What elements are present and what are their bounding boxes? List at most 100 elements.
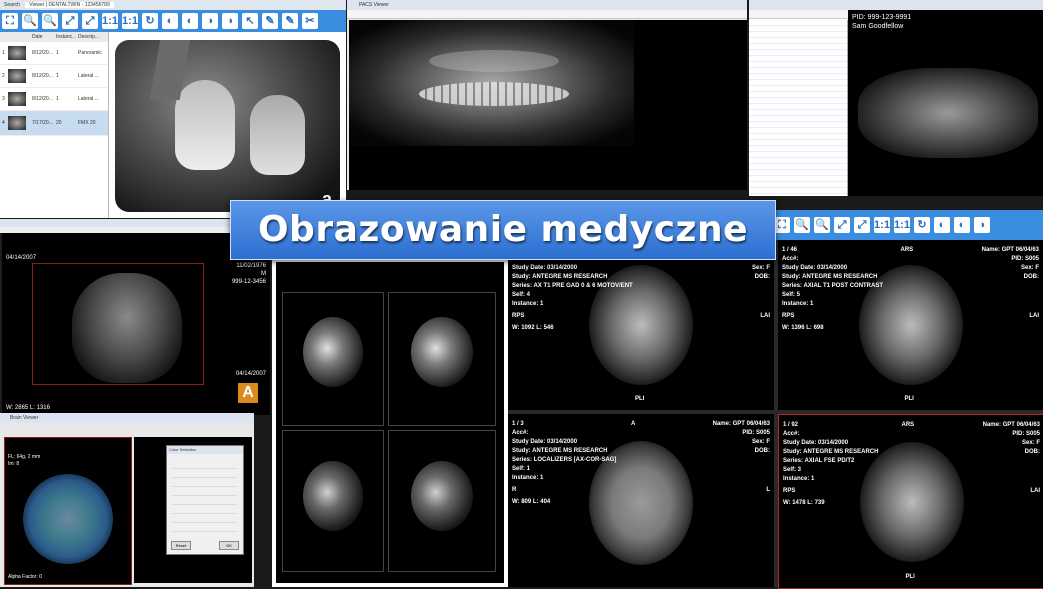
study-row[interactable]: 2 8/12/20... 1 Lateral ... xyxy=(0,65,108,88)
mri-orientation-right: LAI xyxy=(1029,313,1039,319)
toolbar-tool-icon[interactable]: ↻ xyxy=(142,13,158,29)
study-description: Lateral ... xyxy=(78,73,99,79)
tab-search[interactable]: Search xyxy=(0,2,24,8)
study-thumbnail xyxy=(8,69,26,83)
toolbar-tool-icon[interactable]: 1:1 xyxy=(102,13,118,29)
toolbar-tool-icon[interactable]: ◑ xyxy=(202,13,218,29)
toolbar-tool-icon[interactable]: 🔍 xyxy=(814,217,830,233)
toolbar-tool-icon[interactable]: ◐ xyxy=(934,217,950,233)
header-date: Date xyxy=(32,34,43,40)
mri-accession: Acc#: xyxy=(782,256,799,262)
row-number: 2 xyxy=(2,73,5,79)
toolbar-tool-icon[interactable]: 1:1 xyxy=(894,217,910,233)
pano-menubar xyxy=(347,10,747,19)
study-row[interactable]: 4 7/17/20... 20 FMX 20 xyxy=(0,111,108,136)
toolbar-tool-icon[interactable]: 🔍 xyxy=(794,217,810,233)
cardiac-cell-4[interactable] xyxy=(388,430,496,572)
mri-dob: DOB: xyxy=(754,274,770,280)
dialog-ok-button[interactable]: OK xyxy=(219,541,239,550)
mri-viewport[interactable]: 1 / 3 A Name: GPT 06/04/63 Acc#: PID: S005 St… xyxy=(508,414,774,587)
mri-series: Series: AXIAL T1 POST CONTRAST xyxy=(782,283,884,289)
toolbar-tool-icon[interactable]: ⤢ xyxy=(854,217,870,233)
brain-titlebar: Brain Viewer xyxy=(0,413,254,423)
toolbar-tool-icon[interactable]: ◐ xyxy=(954,217,970,233)
toolbar-tool-icon[interactable]: ⤢ xyxy=(62,13,78,29)
ct-window-level: W: 2865 L: 1316 xyxy=(6,405,50,411)
mri-pid: PID: S005 xyxy=(1012,431,1040,437)
mri-study-date: Study Date: 03/14/2000 xyxy=(512,265,578,271)
mri-accession: Acc#: xyxy=(512,430,529,436)
color-selection-dialog: Color Selection Reset OK xyxy=(166,445,244,555)
brain-alpha-factor: Alpha Factor: 0 xyxy=(8,574,42,580)
mri-pid: PID: S005 xyxy=(742,430,770,436)
study-thumbnail xyxy=(8,92,26,106)
cardiac-cell-3[interactable] xyxy=(282,430,384,572)
toolbar-tool-icon[interactable]: 1:1 xyxy=(874,217,890,233)
toolbar-tool-icon[interactable]: ◐ xyxy=(182,13,198,29)
toolbar-tool-icon[interactable]: ↻ xyxy=(914,217,930,233)
mri-study-date: Study Date: 03/14/2000 xyxy=(783,440,849,446)
mri-study: Study: ANTEGRE MS RESEARCH xyxy=(782,274,878,280)
toolbar-tool-icon[interactable]: ◐ xyxy=(162,13,178,29)
study-date: 8/12/20... xyxy=(32,73,53,79)
toolbar-tool-icon[interactable]: ⛶ xyxy=(774,217,790,233)
mri-counter: 1 / 3 xyxy=(512,421,524,427)
cardiac-cell-2[interactable] xyxy=(388,292,496,426)
mri-counter: 1 / 92 xyxy=(783,422,799,428)
row-number: 1 xyxy=(2,50,5,56)
toolbar-tool-icon[interactable]: ⛶ xyxy=(2,13,18,29)
mri-dob: DOB: xyxy=(1023,274,1039,280)
mri-window-level: W: 1092 L: 546 xyxy=(512,325,554,331)
toolbar-tool-icon[interactable]: ✎ xyxy=(262,13,278,29)
brain-view: FL: 64g, 2 mm Im: 8 Alpha Factor: 0 xyxy=(4,437,132,585)
toolbar-tool-icon[interactable]: 🔍 xyxy=(22,13,38,29)
patient-name: Sam Goodfellow xyxy=(852,23,904,30)
study-description: Lateral ... xyxy=(78,96,99,102)
brain-fl-label: FL: 64g, 2 mm xyxy=(8,454,41,460)
cardiac-cell-1[interactable] xyxy=(282,292,384,426)
mri-self: Self: 5 xyxy=(782,292,801,298)
ct-sex: M xyxy=(261,271,266,277)
toolbar-tool-icon[interactable]: 1:1 xyxy=(122,13,138,29)
ct-view: 04/14/2007 27 years 11/02/1976 M 999-12-… xyxy=(2,233,270,415)
mri-orientation-right: L xyxy=(766,487,770,493)
study-instances: 1 xyxy=(56,96,59,102)
mri-series: Series: AXIAL FSE PD/T2 xyxy=(783,458,855,464)
mri-instance: Instance: 1 xyxy=(512,475,544,481)
mri-self: Self: 4 xyxy=(512,292,531,298)
dental-viewer-window: Search Viewer | DENTALTWIN - 123456789 ⛶… xyxy=(0,0,346,218)
mri-viewport[interactable]: Acc#:PID: S005Study Date: 03/14/2000Sex:… xyxy=(508,240,774,410)
dialog-reset-button[interactable]: Reset xyxy=(171,541,191,550)
study-row[interactable]: 1 8/12/20... 1 Panoramic xyxy=(0,42,108,65)
mri-viewport[interactable]: 1 / 92 ARS Name: GPT 06/04/63 Acc#: PID: S00… xyxy=(778,414,1043,589)
patient-browser-window: PID: 999-123-9991 Sam Goodfellow xyxy=(749,0,1043,196)
series-tree xyxy=(749,20,848,196)
cardiac-mri-window xyxy=(272,258,508,587)
mri-viewport[interactable]: 1 / 46 ARS Name: GPT 06/04/63 Acc#: PID: S00… xyxy=(778,240,1043,410)
mri-sex: Sex: F xyxy=(751,265,770,271)
mri-counter: 1 / 46 xyxy=(782,247,798,253)
study-thumbnail xyxy=(8,46,26,60)
toolbar-tool-icon[interactable]: ◑ xyxy=(222,13,238,29)
toolbar-tool-icon[interactable]: ✂ xyxy=(302,13,318,29)
study-instances: 1 xyxy=(56,73,59,79)
tab-viewer[interactable]: Viewer | DENTALTWIN - 123456789 xyxy=(25,2,114,8)
mri-toolbar: ⛶ 🔍 🔍 ⤢ ⤢ 1:1 1:1 ↻ ◐ ◐ ◑ xyxy=(772,210,1043,240)
toolbar-tool-icon[interactable]: ✎ xyxy=(282,13,298,29)
toolbar-tool-icon[interactable]: ⤢ xyxy=(834,217,850,233)
mri-sex: Sex: F xyxy=(751,439,770,445)
toolbar-tool-icon[interactable]: ◑ xyxy=(974,217,990,233)
periapical-xray-image: a xyxy=(111,36,344,216)
toolbar-tool-icon[interactable]: ↖ xyxy=(242,13,258,29)
mri-series: Series: AX T1 PRE GAD 0 & 6 MOTOV/ENT xyxy=(512,283,633,289)
mri-patient-name: Name: GPT 06/04/63 xyxy=(981,247,1039,253)
dialog-title: Color Selection xyxy=(167,446,243,454)
mri-orientation-bottom: PLI xyxy=(904,396,914,402)
toolbar-tool-icon[interactable]: ⤢ xyxy=(82,13,98,29)
ct-date-top: 04/14/2007 xyxy=(6,255,37,261)
study-row[interactable]: 3 8/12/20... 1 Lateral ... xyxy=(0,88,108,111)
orientation-cube[interactable]: A xyxy=(238,383,258,403)
toolbar-tool-icon[interactable]: 🔍 xyxy=(42,13,58,29)
panoramic-xray-image xyxy=(349,20,634,146)
mri-sex: Sex: F xyxy=(1020,265,1039,271)
